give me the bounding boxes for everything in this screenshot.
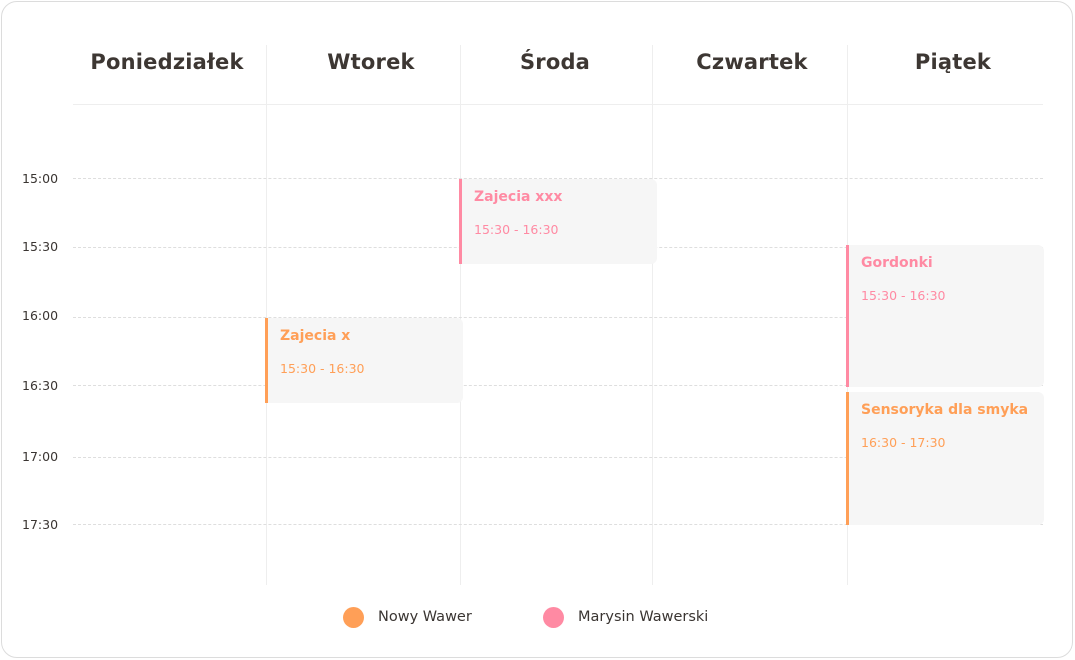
column-divider [652,45,653,585]
legend-item-marysin-wawerski[interactable]: Marysin Wawerski [543,606,708,628]
column-divider [266,45,267,585]
event-title: Zajecia x [280,328,351,344]
day-header-friday: Piątek [914,50,992,74]
header-divider [73,104,1043,105]
time-label-1600: 16:00 [22,308,59,323]
column-divider [460,45,461,585]
day-header-tuesday: Wtorek [327,50,415,74]
event-time: 15:30 - 16:30 [474,222,559,237]
orange-dot-icon [343,606,364,628]
event-card-zajecia-xxx[interactable]: Zajecia xxx 15:30 - 16:30 [459,179,657,264]
event-time: 15:30 - 16:30 [861,288,946,303]
time-label-1700: 17:00 [22,449,59,464]
event-time: 15:30 - 16:30 [280,361,365,376]
legend-item-nowy-wawer[interactable]: Nowy Wawer [343,606,472,628]
event-card-zajecia-x[interactable]: Zajecia x 15:30 - 16:30 [265,318,463,403]
day-header-wednesday: Środa [519,50,591,74]
event-title: Sensoryka dla smyka [861,402,1029,418]
day-header-thursday: Czwartek [696,50,808,74]
event-title: Gordonki [861,255,933,271]
event-time: 16:30 - 17:30 [861,435,946,450]
pink-dot-icon [543,606,564,628]
time-label-1730: 17:30 [22,517,59,532]
legend-label: Marysin Wawerski [578,609,709,625]
event-card-sensoryka-dla-smyka[interactable]: Sensoryka dla smyka 16:30 - 17:30 [846,392,1044,525]
time-label-1630: 16:30 [22,378,59,393]
legend-label: Nowy Wawer [378,609,472,625]
day-header-monday: Poniedziałek [90,50,244,74]
time-label-1500: 15:00 [22,171,59,186]
event-card-gordonki[interactable]: Gordonki 15:30 - 16:30 [846,245,1044,387]
time-label-1530: 15:30 [22,239,59,254]
event-title: Zajecia xxx [474,189,563,205]
